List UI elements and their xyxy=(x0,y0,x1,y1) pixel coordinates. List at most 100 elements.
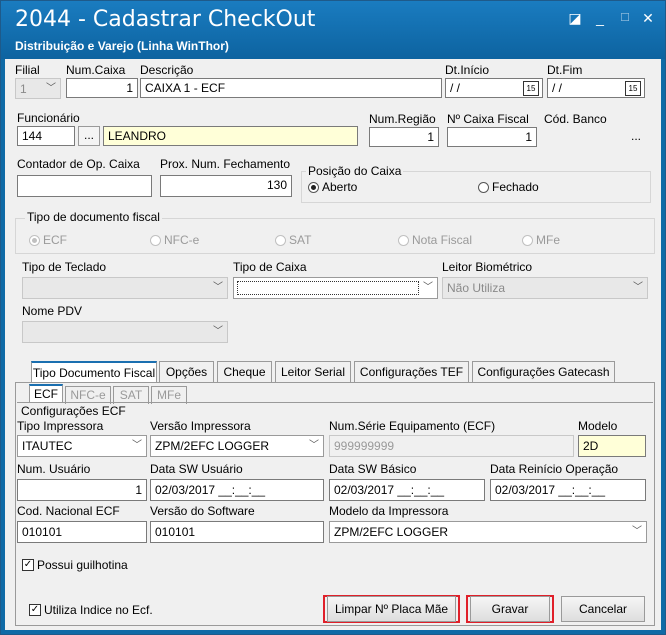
nome-pdv-select[interactable]: ﹀ xyxy=(22,321,228,343)
cancelar-button[interactable]: Cancelar xyxy=(561,596,645,622)
funcionario-search-button[interactable]: ... xyxy=(78,126,100,146)
filial-select[interactable]: 1 ﹀ xyxy=(15,78,61,99)
num-regiao-input[interactable]: 1 xyxy=(369,127,439,147)
tipo-impressora-label: Tipo Impressora xyxy=(17,419,104,433)
data-sw-usuario-input[interactable]: 02/03/2017 __:__:__ xyxy=(150,479,324,501)
descricao-label: Descrição xyxy=(140,63,194,77)
tipo-doc-label: Tipo de documento fiscal xyxy=(25,210,162,224)
fechado-radio[interactable]: Fechado xyxy=(478,180,539,194)
dt-fim-label: Dt.Fim xyxy=(547,63,583,77)
versao-impressora-select[interactable]: ZPM/2EFC LOGGER ﹀ xyxy=(150,435,324,457)
tab-leitor-serial[interactable]: Leitor Serial xyxy=(275,361,351,382)
guilhotina-label: Possui guilhotina xyxy=(37,558,128,572)
teclado-label: Tipo de Teclado xyxy=(22,260,107,274)
tipo-doc-nfce-label: NFC-e xyxy=(164,233,200,247)
divider xyxy=(17,402,653,403)
dt-inicio-label: Dt.Início xyxy=(445,63,490,77)
tab-opcoes[interactable]: Opções xyxy=(159,361,214,382)
chevron-down-icon: ﹀ xyxy=(213,282,223,293)
contador-input[interactable] xyxy=(17,175,152,197)
tipo-impressora-value: ITAUTEC xyxy=(22,439,73,453)
funcionario-code-input[interactable]: 144 xyxy=(17,126,75,146)
versao-impressora-value: ZPM/2EFC LOGGER xyxy=(155,439,270,453)
calendar-icon[interactable]: 15 xyxy=(625,81,641,96)
caixa-fiscal-input[interactable]: 1 xyxy=(447,127,537,147)
versao-impressora-label: Versão Impressora xyxy=(150,419,251,433)
check-icon: ✓ xyxy=(22,559,34,571)
prox-num-input[interactable]: 130 xyxy=(160,175,292,197)
num-caixa-label: Num.Caixa xyxy=(66,63,126,77)
num-usuario-label: Num. Usuário xyxy=(17,462,91,476)
tab-configuracoes-gatecash[interactable]: Configurações Gatecash xyxy=(472,361,615,382)
radio-selected-icon xyxy=(308,181,319,193)
tipo-doc-sat-radio[interactable]: SAT xyxy=(275,233,311,247)
aberto-label: Aberto xyxy=(322,180,358,194)
funcionario-label: Funcionário xyxy=(17,111,80,125)
modelo-impressora-select[interactable]: ZPM/2EFC LOGGER ﹀ xyxy=(329,521,647,543)
leitor-select[interactable]: Não Utiliza ﹀ xyxy=(442,277,648,299)
leitor-label: Leitor Biométrico xyxy=(442,260,533,274)
utiliza-indice-checkbox[interactable]: ✓ Utiliza Indice no Ecf. xyxy=(29,603,153,617)
maximize-icon[interactable]: ☐ xyxy=(616,9,634,27)
close-icon[interactable]: ✕ xyxy=(639,9,657,27)
data-reinicio-label: Data Reinício Operação xyxy=(490,462,619,476)
radio-icon xyxy=(275,234,286,246)
descricao-input[interactable]: CAIXA 1 - ECF xyxy=(140,78,442,98)
tipo-doc-nfce-radio[interactable]: NFC-e xyxy=(150,233,199,247)
subtab-ecf[interactable]: ECF xyxy=(29,384,63,402)
tipo-doc-ecf-radio[interactable]: ECF xyxy=(29,233,67,247)
tipo-doc-ecf-label: ECF xyxy=(43,233,67,247)
minimize-icon[interactable]: _ xyxy=(591,9,609,27)
data-sw-basico-input[interactable]: 02/03/2017 __:__:__ xyxy=(329,479,485,501)
modelo-impressora-label: Modelo da Impressora xyxy=(329,504,449,518)
cod-nacional-label: Cod. Nacional ECF xyxy=(17,504,120,518)
dt-inicio-input[interactable]: / / 15 xyxy=(445,78,543,98)
tipo-doc-nf-radio[interactable]: Nota Fiscal xyxy=(398,233,472,247)
num-serie-input[interactable]: 999999999 xyxy=(329,435,574,457)
window-title: 2044 - Cadastrar CheckOut xyxy=(15,7,316,32)
tab-cheque[interactable]: Cheque xyxy=(217,361,272,382)
tab-tipo-documento-fiscal[interactable]: Tipo Documento Fiscal xyxy=(31,361,157,382)
gravar-button[interactable]: Gravar xyxy=(470,596,550,622)
dt-fim-input[interactable]: / / 15 xyxy=(547,78,645,98)
modelo-field: 2D xyxy=(578,435,646,457)
cod-nacional-input[interactable]: 010101 xyxy=(17,521,147,543)
num-caixa-input[interactable]: 1 xyxy=(66,78,138,98)
teclado-select[interactable]: ﹀ xyxy=(22,277,228,299)
nome-pdv-label: Nome PDV xyxy=(22,304,83,318)
window-subtitle: Distribuição e Varejo (Linha WinThor) xyxy=(15,39,229,53)
restore-icon[interactable]: ◪ xyxy=(566,9,584,27)
guilhotina-checkbox[interactable]: ✓ Possui guilhotina xyxy=(22,558,128,572)
tipo-doc-mfe-radio[interactable]: MFe xyxy=(522,233,560,247)
radio-icon xyxy=(478,181,489,193)
funcionario-name-field: LEANDRO xyxy=(103,126,358,146)
data-reinicio-input[interactable]: 02/03/2017 __:__:__ xyxy=(490,479,646,501)
data-sw-basico-label: Data SW Básico xyxy=(329,462,417,476)
utiliza-indice-label: Utiliza Indice no Ecf. xyxy=(44,603,153,617)
radio-icon xyxy=(150,234,161,246)
num-usuario-input[interactable]: 1 xyxy=(17,479,147,501)
prox-num-label: Prox. Num. Fechamento xyxy=(160,157,291,171)
tipo-caixa-label: Tipo de Caixa xyxy=(233,260,307,274)
cod-banco-label: Cód. Banco xyxy=(544,112,607,126)
limpar-placa-mae-button[interactable]: Limpar Nº Placa Mãe xyxy=(327,596,456,622)
versao-software-input[interactable]: 010101 xyxy=(150,521,324,543)
tipo-caixa-select[interactable]: ﹀ xyxy=(233,277,438,299)
num-regiao-label: Num.Região xyxy=(369,112,436,126)
tipo-doc-nf-label: Nota Fiscal xyxy=(412,233,473,247)
chevron-down-icon: ﹀ xyxy=(632,526,642,537)
calendar-icon[interactable]: 15 xyxy=(523,81,539,96)
radio-selected-icon xyxy=(29,234,40,246)
tipo-impressora-select[interactable]: ITAUTEC ﹀ xyxy=(17,435,147,457)
ecf-group-label: Configurações ECF xyxy=(21,404,126,418)
radio-icon xyxy=(398,234,409,246)
dt-inicio-value: / / xyxy=(450,81,461,95)
aberto-radio[interactable]: Aberto xyxy=(308,180,357,194)
focus-outline xyxy=(237,281,419,295)
tab-configuracoes-tef[interactable]: Configurações TEF xyxy=(354,361,469,382)
app-window: 2044 - Cadastrar CheckOut Distribuição e… xyxy=(0,0,666,635)
cod-banco-search-button[interactable]: ... xyxy=(631,129,641,143)
filial-value: 1 xyxy=(20,82,27,96)
chevron-down-icon: ﹀ xyxy=(309,440,319,451)
contador-label: Contador de Op. Caixa xyxy=(17,157,140,171)
